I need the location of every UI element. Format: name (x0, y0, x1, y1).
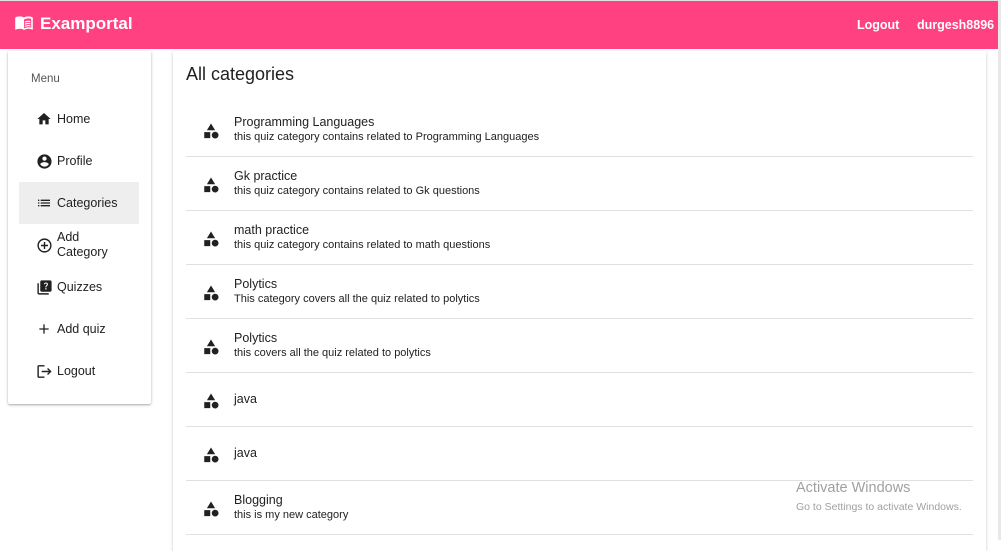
list-icon (35, 194, 53, 212)
category-title: java (234, 392, 257, 406)
category-description: this quiz category contains related to G… (234, 185, 480, 197)
sidebar-item-logout[interactable]: Logout (19, 350, 139, 392)
category-description: this covers all the quiz related to poly… (234, 347, 431, 359)
username-nav-button[interactable]: durgesh8896 (917, 18, 994, 32)
page-title: All categories (186, 64, 295, 84)
sidebar-item-label: Logout (57, 363, 96, 378)
category-title: Gk practice (234, 169, 298, 183)
sidebar-item-categories[interactable]: Categories (19, 182, 139, 224)
app-brand[interactable]: Examportal (14, 14, 133, 34)
list-item[interactable]: java (186, 427, 973, 481)
home-icon (35, 110, 53, 128)
menu-book-icon (14, 16, 34, 32)
logout-icon (35, 362, 53, 380)
category-description: this is my new category (234, 509, 349, 521)
sidebar-item-label: Add Category (57, 230, 108, 259)
category-title: Polytics (234, 331, 278, 345)
category-title: math practice (234, 223, 310, 237)
menu-title: Menu (31, 73, 60, 85)
sidebar-item-label: Home (57, 111, 91, 126)
sidebar-item-label: Add quiz (57, 321, 106, 336)
category-description: This category covers all the quiz relate… (234, 293, 480, 305)
logout-nav-button[interactable]: Logout (857, 18, 899, 32)
category-title: Blogging (234, 493, 283, 507)
app-title: Examportal (40, 14, 133, 33)
list-item[interactable]: Gk practice this quiz category contains … (186, 157, 973, 211)
category-icon (202, 338, 220, 356)
top-toolbar: Examportal Logout durgesh8896 (0, 0, 998, 49)
category-icon (202, 284, 220, 302)
sidebar-item-label: Quizzes (57, 279, 103, 294)
category-description: this quiz category contains related to m… (234, 239, 491, 251)
category-title: Polytics (234, 277, 278, 291)
category-icon (202, 122, 220, 140)
list-item[interactable]: Blogging this is my new category (186, 481, 973, 535)
sidebar-item-label: Profile (57, 153, 93, 168)
add-circle-outline-icon (35, 236, 53, 254)
category-icon (202, 446, 220, 464)
account-circle-icon (35, 152, 53, 170)
sidebar-item-add-quiz[interactable]: Add quiz (19, 308, 139, 350)
list-item[interactable]: Programming Languages this quiz category… (186, 103, 973, 157)
sidebar-item-add-category[interactable]: Add Category (19, 224, 139, 266)
category-icon (202, 500, 220, 518)
category-title: java (234, 446, 257, 460)
category-title: Programming Languages (234, 115, 375, 129)
sidebar-item-home[interactable]: Home (19, 98, 139, 140)
sidebar-item-label: Categories (57, 195, 118, 210)
add-icon (35, 320, 53, 338)
list-item[interactable]: math practice this quiz category contain… (186, 211, 973, 265)
sidebar-menu: Menu Home Profile Categories Add Categor… (8, 51, 151, 404)
list-item[interactable]: java (186, 373, 973, 427)
category-description: this quiz category contains related to P… (234, 131, 540, 143)
sidebar-item-quizzes[interactable]: Quizzes (19, 266, 139, 308)
list-item[interactable]: Polytics this covers all the quiz relate… (186, 319, 973, 373)
category-icon (202, 176, 220, 194)
category-list: Programming Languages this quiz category… (186, 103, 973, 535)
sidebar-item-profile[interactable]: Profile (19, 140, 139, 182)
categories-card: All categories Programming Languages thi… (173, 51, 986, 551)
category-icon (202, 230, 220, 248)
list-item[interactable]: Polytics This category covers all the qu… (186, 265, 973, 319)
quiz-icon (35, 278, 53, 296)
category-icon (202, 392, 220, 410)
